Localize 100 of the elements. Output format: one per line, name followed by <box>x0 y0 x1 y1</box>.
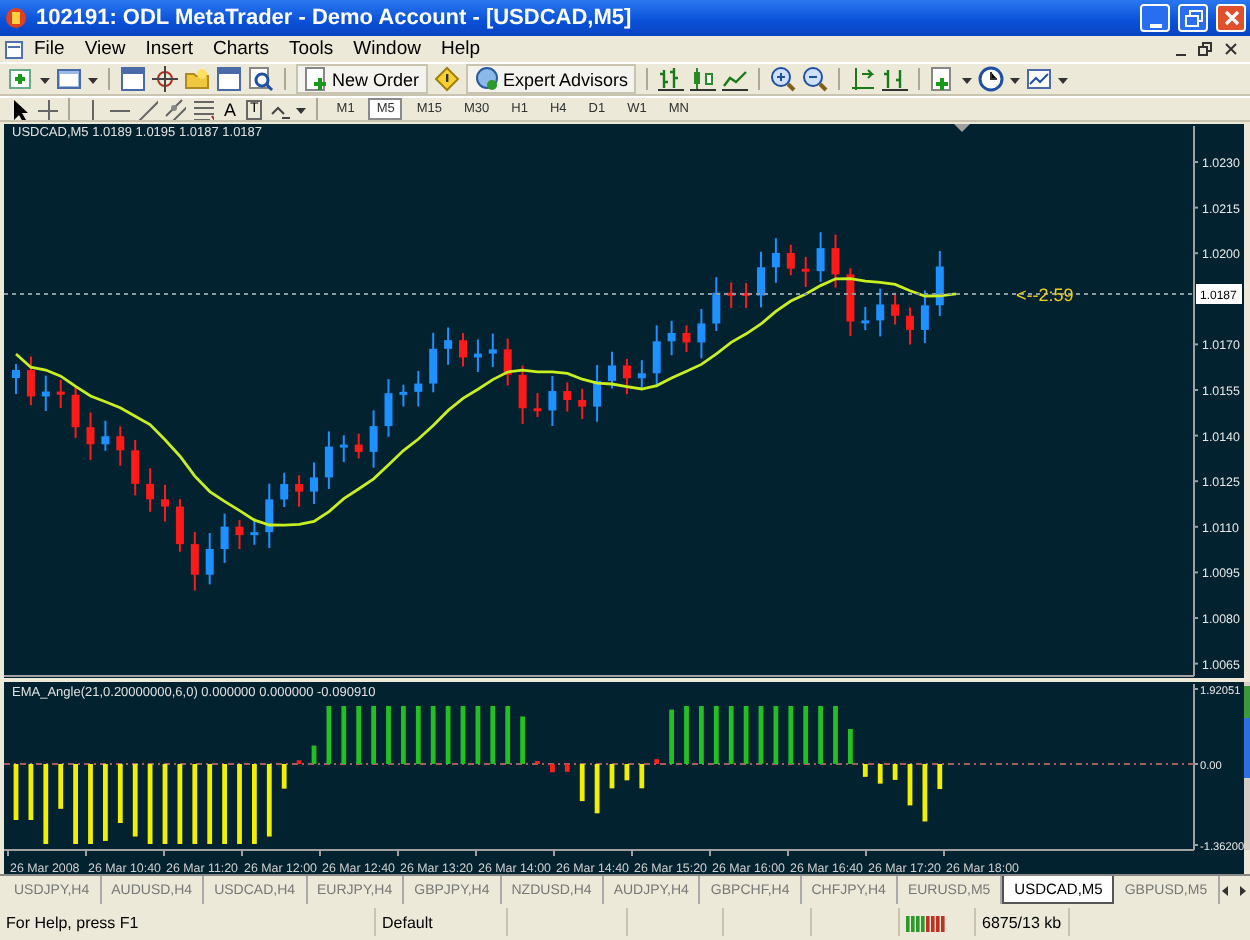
status-profile: Default <box>376 908 508 936</box>
scrollbar[interactable] <box>1244 682 1250 850</box>
candlestick <box>727 281 736 309</box>
expert-advisors-button[interactable]: Expert Advisors <box>465 64 637 94</box>
window-icon[interactable] <box>56 66 82 92</box>
candlestick <box>876 287 885 338</box>
caret-icon[interactable] <box>296 103 307 115</box>
histogram-bar <box>594 764 600 814</box>
menu-item[interactable]: Window <box>343 38 431 60</box>
histogram-bar <box>550 764 555 773</box>
histogram-bar <box>266 764 272 837</box>
caret-icon[interactable] <box>1058 73 1069 85</box>
menu-item[interactable]: Tools <box>278 38 344 60</box>
connection-bars-icon <box>906 911 946 933</box>
candlestick <box>324 430 333 490</box>
candlestick <box>399 383 408 408</box>
app-icon <box>4 6 28 30</box>
trendline-icon[interactable] <box>136 98 158 120</box>
status-help: For Help, press F1 <box>0 908 376 936</box>
fibonacci-icon[interactable] <box>192 98 214 120</box>
histogram-bar <box>103 764 108 841</box>
status-traffic: 6875/13 kb <box>976 908 1070 936</box>
histogram-bar <box>624 764 630 781</box>
crosshair-icon[interactable] <box>152 66 178 92</box>
channel-icon[interactable] <box>164 98 186 120</box>
candlestick-icon[interactable] <box>690 66 717 92</box>
histogram-bar <box>818 706 823 764</box>
candlestick <box>131 438 140 497</box>
caret-icon[interactable] <box>962 73 973 85</box>
new-order-button[interactable]: New Order <box>296 64 428 94</box>
histogram-bar <box>833 706 838 764</box>
zoom-in-icon[interactable] <box>770 66 797 92</box>
line-chart-icon[interactable] <box>722 66 749 92</box>
candlestick <box>667 319 676 357</box>
globe-icon <box>473 66 500 92</box>
candlestick <box>473 338 482 374</box>
menu-item[interactable]: Charts <box>203 38 279 60</box>
close-button[interactable] <box>1216 4 1246 32</box>
candlestick <box>444 326 453 366</box>
histogram-bar <box>43 764 49 844</box>
candlestick <box>801 255 810 288</box>
histogram-bar <box>88 764 93 844</box>
histogram-bar <box>371 706 376 764</box>
candlestick <box>235 519 244 551</box>
candlestick <box>175 497 184 553</box>
histogram-bar <box>401 706 406 764</box>
template-icon[interactable] <box>1026 66 1053 92</box>
zoom-out-icon[interactable] <box>802 66 829 92</box>
candlestick <box>935 250 944 317</box>
scroll-right-icon[interactable] <box>1237 883 1248 897</box>
text-tool[interactable]: A <box>220 99 241 119</box>
candlestick <box>518 364 527 425</box>
histogram-bar <box>252 764 257 844</box>
menu-item[interactable]: File <box>24 38 75 60</box>
candlestick <box>280 471 289 509</box>
candlestick <box>310 461 318 506</box>
histogram-bar <box>341 706 347 764</box>
caret-icon[interactable] <box>88 73 98 85</box>
menu-item[interactable]: View <box>74 38 136 60</box>
histogram-bar <box>490 706 496 764</box>
close-icon[interactable] <box>1224 41 1238 57</box>
minimize-button[interactable] <box>1140 4 1170 32</box>
histogram-bar <box>326 706 332 764</box>
histogram-bar <box>862 764 868 777</box>
chart-shift-marker <box>954 124 970 132</box>
search-icon[interactable] <box>248 66 274 92</box>
histogram-bar <box>117 764 123 823</box>
scroll-left-icon[interactable] <box>1219 883 1230 897</box>
candlestick <box>265 482 274 550</box>
histogram-bar <box>430 706 436 764</box>
candlestick <box>503 337 512 387</box>
caret-icon[interactable] <box>1010 73 1021 85</box>
histogram-bar <box>773 706 779 764</box>
histogram-bar <box>505 706 511 764</box>
auto-scroll-icon[interactable] <box>850 66 877 92</box>
new-chart-icon[interactable] <box>8 66 34 92</box>
candlestick <box>354 432 363 460</box>
candlestick <box>578 387 587 421</box>
caret-icon[interactable] <box>40 73 50 85</box>
candlestick <box>846 267 855 338</box>
histogram-bar <box>877 764 883 784</box>
histogram-bar <box>937 764 943 790</box>
menu-item[interactable]: Insert <box>135 38 203 60</box>
diamond-icon[interactable] <box>433 66 460 92</box>
maximize-button[interactable] <box>1178 4 1208 32</box>
menu-item[interactable]: Help <box>430 38 491 60</box>
histogram-bar <box>73 764 78 844</box>
candlestick <box>920 289 929 345</box>
histogram-bar <box>758 706 764 764</box>
crosshair-icon[interactable] <box>36 98 58 120</box>
bar-chart-icon[interactable] <box>658 66 685 92</box>
histogram-bar <box>684 706 689 764</box>
candlestick <box>26 355 35 407</box>
histogram-bar <box>58 764 64 809</box>
histogram-bar <box>639 764 645 789</box>
histogram-bar <box>147 764 153 844</box>
histogram-bar <box>28 764 34 820</box>
cursor-icon[interactable] <box>8 98 30 120</box>
candlestick <box>116 425 125 467</box>
clock-icon[interactable] <box>978 66 1005 92</box>
